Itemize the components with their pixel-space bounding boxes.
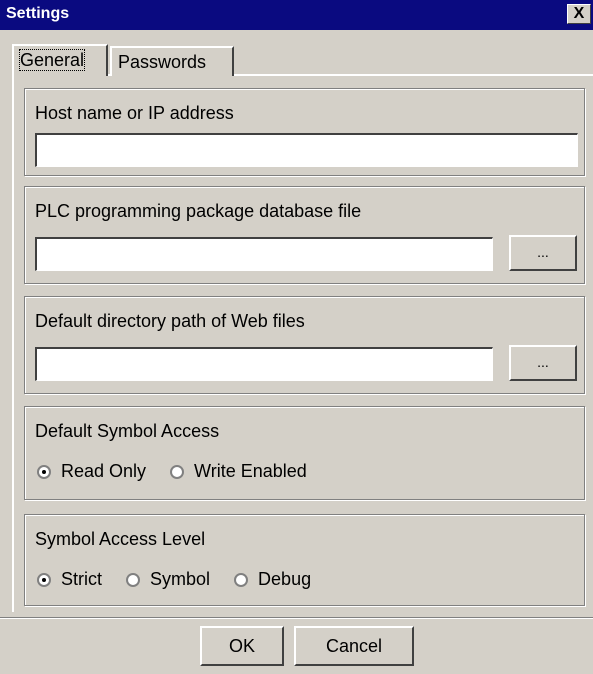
cancel-button[interactable]: Cancel xyxy=(294,626,414,666)
webdir-label: Default directory path of Web files xyxy=(35,311,305,331)
plc-label: PLC programming package database file xyxy=(35,201,362,221)
radio-strict-label: Strict xyxy=(61,569,103,589)
radio-read-only-indicator[interactable] xyxy=(37,464,51,479)
symbol-access-options: Read Only Write Enabled xyxy=(37,461,331,482)
radio-debug-indicator[interactable] xyxy=(234,572,249,587)
radio-write-enabled[interactable]: Write Enabled xyxy=(170,461,307,482)
webdir-browse-button[interactable]: ... xyxy=(509,345,577,381)
plc-group: PLC programming package database file ..… xyxy=(24,186,585,284)
title-bar[interactable]: Settings X xyxy=(0,0,593,30)
radio-write-enabled-indicator[interactable] xyxy=(170,464,185,479)
access-level-label: Symbol Access Level xyxy=(35,529,206,549)
access-level-group: Symbol Access Level Strict Symbol Debug xyxy=(24,514,585,606)
close-button[interactable]: X xyxy=(567,4,591,24)
symbol-access-label: Default Symbol Access xyxy=(35,421,220,441)
plc-file-input[interactable] xyxy=(35,237,493,271)
window-title: Settings xyxy=(6,5,70,22)
close-icon: X xyxy=(573,5,585,22)
radio-write-enabled-label: Write Enabled xyxy=(194,461,307,481)
webdir-group: Default directory path of Web files ... xyxy=(24,296,585,394)
radio-symbol-label: Symbol xyxy=(150,569,211,589)
symbol-access-group: Default Symbol Access Read Only Write En… xyxy=(24,406,585,500)
host-group: Host name or IP address xyxy=(24,88,585,176)
tab-passwords-label: Passwords xyxy=(118,52,207,72)
radio-symbol[interactable]: Symbol xyxy=(126,569,210,590)
radio-read-only-label: Read Only xyxy=(61,461,147,481)
radio-debug-label: Debug xyxy=(258,569,312,589)
settings-dialog: Settings X General Passwords Host name o… xyxy=(0,0,593,674)
tab-general[interactable]: General xyxy=(12,44,108,76)
ok-button[interactable]: OK xyxy=(200,626,284,666)
access-level-options: Strict Symbol Debug xyxy=(37,569,335,590)
radio-read-only[interactable]: Read Only xyxy=(37,461,146,482)
host-input[interactable] xyxy=(35,133,578,167)
radio-debug[interactable]: Debug xyxy=(234,569,311,590)
plc-browse-button[interactable]: ... xyxy=(509,235,577,271)
webdir-input[interactable] xyxy=(35,347,493,381)
tab-general-label: General xyxy=(18,49,86,71)
bottom-separator xyxy=(0,617,593,619)
tab-passwords[interactable]: Passwords xyxy=(110,46,234,76)
host-label: Host name or IP address xyxy=(35,103,234,123)
radio-strict-indicator[interactable] xyxy=(37,572,51,587)
radio-strict[interactable]: Strict xyxy=(37,569,102,590)
radio-symbol-indicator[interactable] xyxy=(126,572,141,587)
